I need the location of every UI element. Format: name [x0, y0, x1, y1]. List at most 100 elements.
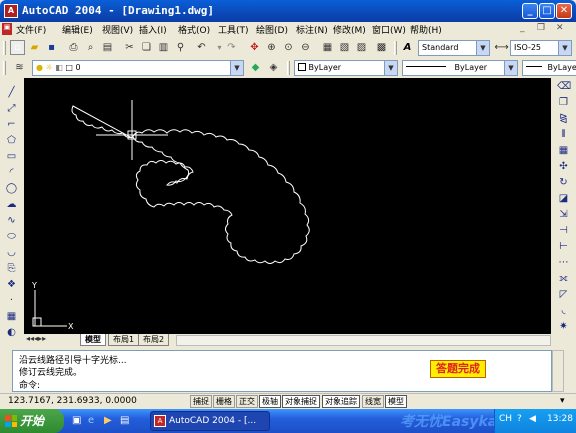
revision-cloud-icon[interactable]: ☁: [5, 198, 18, 211]
save-icon[interactable]: ▪: [44, 40, 59, 55]
layer-select[interactable]: ● ☼ ◧ □ 0 ▼: [32, 60, 244, 76]
chamfer-icon[interactable]: ◸: [557, 288, 570, 301]
construction-line-icon[interactable]: ⤢: [5, 102, 18, 115]
fillet-icon[interactable]: ◟: [557, 304, 570, 317]
menu-window[interactable]: 窗口(W): [372, 23, 406, 36]
lineweight-select[interactable]: ByLayer: [522, 60, 576, 76]
region-icon[interactable]: ◐: [5, 326, 18, 339]
grid-toggle[interactable]: 栅格: [213, 395, 235, 408]
linetype-select[interactable]: ByLayer ▼: [402, 60, 518, 76]
tray-help-icon[interactable]: ?: [517, 414, 522, 424]
volume-icon[interactable]: ◀: [529, 414, 536, 424]
otrack-toggle[interactable]: 对象追踪: [322, 395, 360, 408]
show-desktop-icon[interactable]: ▣: [72, 415, 81, 426]
point-icon[interactable]: ·: [5, 294, 18, 307]
move-icon[interactable]: ✣: [557, 160, 570, 173]
command-scrollbar[interactable]: [552, 350, 564, 392]
tab-layout2[interactable]: 布局2: [138, 334, 170, 346]
redo-icon[interactable]: ↷: [224, 40, 239, 55]
layer-previous-icon[interactable]: ◈: [266, 60, 281, 75]
menu-edit[interactable]: 编辑(E): [62, 23, 93, 36]
rotate-icon[interactable]: ↻: [557, 176, 570, 189]
menu-help[interactable]: 帮助(H): [410, 23, 442, 36]
markup-icon[interactable]: ▩: [374, 40, 389, 55]
tool-palettes-icon[interactable]: ▨: [354, 40, 369, 55]
tab-model[interactable]: 模型: [80, 334, 106, 346]
make-block-icon[interactable]: ❖: [5, 278, 18, 291]
match-properties-icon[interactable]: ⚲: [173, 40, 188, 55]
menu-dimension[interactable]: 标注(N): [296, 23, 328, 36]
osnap-toggle[interactable]: 对象捕捉: [282, 395, 320, 408]
break-icon[interactable]: ⋯: [557, 256, 570, 269]
cut-icon[interactable]: ✂: [122, 40, 137, 55]
menu-modify[interactable]: 修改(M): [333, 23, 366, 36]
media-player-icon[interactable]: ▶: [104, 415, 112, 426]
stretch-icon[interactable]: ⇲: [557, 208, 570, 221]
text-style-icon[interactable]: A: [400, 40, 415, 55]
start-button[interactable]: 开始: [0, 409, 64, 433]
array-icon[interactable]: ▦: [557, 144, 570, 157]
erase-icon[interactable]: ⌫: [557, 80, 571, 93]
trim-icon[interactable]: ⊣: [557, 224, 570, 237]
pan-icon[interactable]: ✥: [247, 40, 262, 55]
color-select[interactable]: ByLayer ▼: [294, 60, 398, 76]
join-icon[interactable]: ⟗: [557, 272, 570, 285]
zoom-window-icon[interactable]: ⊙: [281, 40, 296, 55]
spline-icon[interactable]: ∿: [5, 214, 18, 227]
menu-tools[interactable]: 工具(T): [218, 23, 249, 36]
command-prompt[interactable]: 命令:: [19, 378, 40, 391]
open-icon[interactable]: ▰: [27, 40, 42, 55]
line-icon[interactable]: ╱: [5, 86, 18, 99]
publish-icon[interactable]: ▤: [100, 40, 115, 55]
toolbar-grip[interactable]: [287, 61, 290, 75]
quicklaunch-icon[interactable]: ▤: [120, 415, 129, 426]
ime-indicator[interactable]: CH: [499, 414, 512, 424]
snap-toggle[interactable]: 捕捉: [190, 395, 212, 408]
zoom-realtime-icon[interactable]: ⊕: [264, 40, 279, 55]
text-style-select[interactable]: Standard ▼: [418, 40, 490, 56]
document-icon[interactable]: ▣: [2, 23, 12, 35]
dim-style-icon[interactable]: ⟷: [494, 40, 509, 55]
make-layer-current-icon[interactable]: ◆: [248, 60, 263, 75]
polar-toggle[interactable]: 极轴: [259, 395, 281, 408]
mirror-icon[interactable]: ⧎: [557, 112, 570, 125]
circle-icon[interactable]: ◯: [5, 182, 18, 195]
ortho-toggle[interactable]: 正交: [236, 395, 258, 408]
explode-icon[interactable]: ✷: [557, 320, 570, 333]
ellipse-arc-icon[interactable]: ◡: [5, 246, 18, 259]
offset-icon[interactable]: ⫴: [557, 128, 570, 141]
lineweight-toggle[interactable]: 线宽: [362, 395, 384, 408]
model-toggle[interactable]: 模型: [385, 395, 407, 408]
arc-icon[interactable]: ◜: [5, 166, 18, 179]
tray-settings-icon[interactable]: ▾: [560, 396, 565, 406]
ie-icon[interactable]: e: [88, 415, 94, 426]
minimize-button[interactable]: _: [522, 3, 538, 19]
doc-close-button[interactable]: ✕: [556, 23, 564, 33]
tab-nav-arrows-icon[interactable]: ◂◂◂▸▸: [26, 334, 46, 343]
copy-object-icon[interactable]: ❐: [557, 96, 570, 109]
taskbar-item-autocad[interactable]: A AutoCAD 2004 - [...: [150, 411, 270, 431]
autocad-logo-icon[interactable]: A: [4, 4, 18, 18]
menu-view[interactable]: 视图(V): [102, 23, 133, 36]
tab-layout1[interactable]: 布局1: [108, 334, 140, 346]
extend-icon[interactable]: ⊢: [557, 240, 570, 253]
polyline-icon[interactable]: ⌐: [5, 118, 18, 131]
undo-icon[interactable]: ↶: [194, 40, 209, 55]
print-preview-icon[interactable]: ⌕: [83, 40, 98, 55]
properties-icon[interactable]: ▦: [320, 40, 335, 55]
horizontal-scrollbar[interactable]: [176, 335, 551, 346]
dim-style-select[interactable]: ISO-25 ▼: [510, 40, 572, 56]
zoom-previous-icon[interactable]: ⊖: [298, 40, 313, 55]
rectangle-icon[interactable]: ▭: [5, 150, 18, 163]
toolbar-grip[interactable]: [394, 41, 397, 55]
polygon-icon[interactable]: ⬠: [5, 134, 18, 147]
new-icon[interactable]: ▫: [10, 40, 25, 55]
menu-format[interactable]: 格式(O): [178, 23, 210, 36]
copy-icon[interactable]: ❏: [139, 40, 154, 55]
hatch-icon[interactable]: ▦: [5, 310, 18, 323]
ellipse-icon[interactable]: ⬭: [5, 230, 18, 243]
menu-draw[interactable]: 绘图(D): [256, 23, 288, 36]
close-button[interactable]: ✕: [556, 3, 572, 19]
drawing-area[interactable]: Y X: [24, 78, 551, 334]
revision-cloud[interactable]: [71, 105, 310, 264]
